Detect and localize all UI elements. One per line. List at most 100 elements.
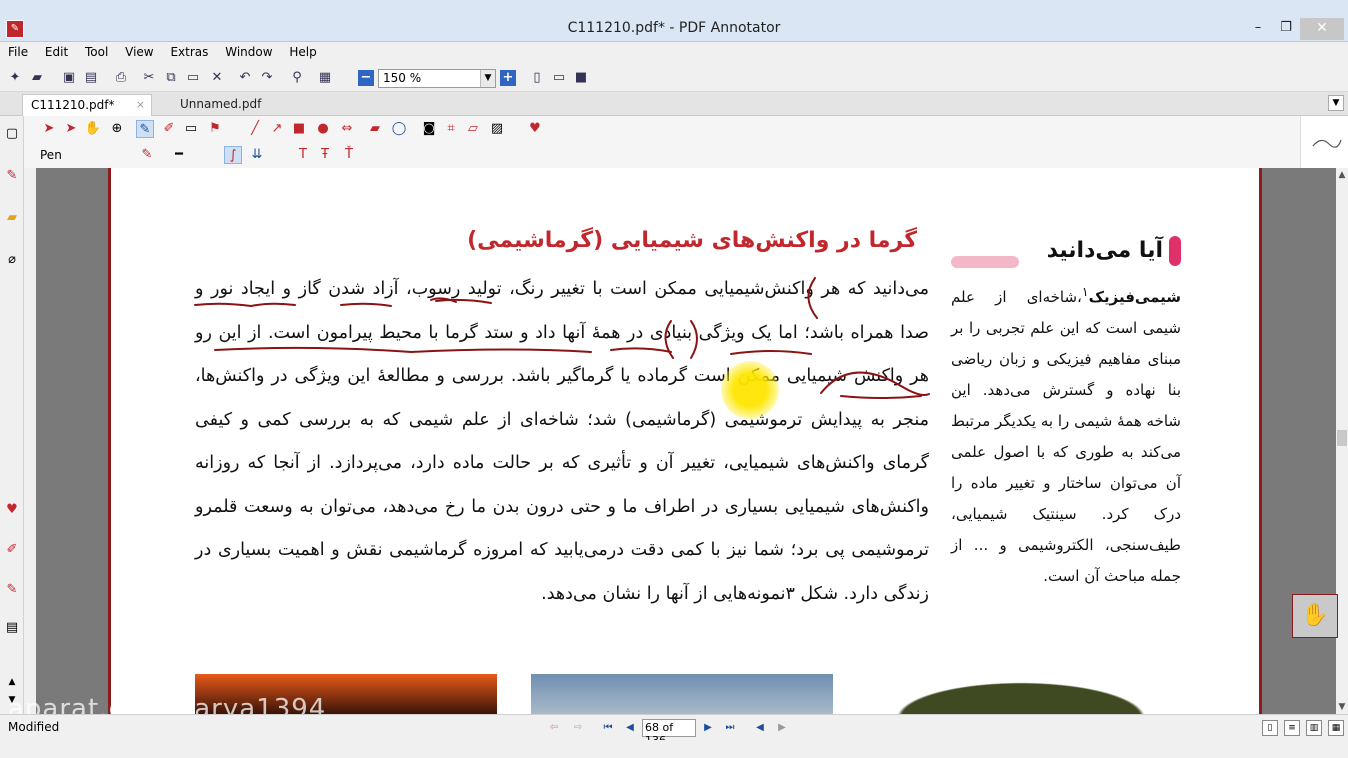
full-screen-icon[interactable]: ■ [572,69,590,87]
heart-icon[interactable]: ♥ [4,502,20,518]
menu-bar: File Edit Tool View Extras Window Help [0,42,1348,64]
crop-tool-icon[interactable]: ⌗ [442,120,460,138]
text-select-icon[interactable]: ➤ [62,120,80,138]
pen-color-icon[interactable]: ✎ [138,146,156,164]
marker-icon[interactable]: ✎ [4,582,20,598]
select-arrow-icon[interactable]: ➤ [40,120,58,138]
chevron-down-icon[interactable]: ▼ [480,70,495,87]
text-squiggly-icon[interactable]: Ť [340,146,358,164]
tab-unnamed[interactable]: Unnamed.pdf [172,94,302,116]
first-page-icon[interactable]: ⏮ [600,720,616,736]
heading-bar [951,256,1019,268]
single-page-view-icon[interactable]: ▯ [1262,720,1278,736]
scroll-up-icon[interactable]: ▲ [4,674,20,690]
menu-help[interactable]: Help [281,42,321,59]
close-button[interactable]: ✕ [1300,18,1344,40]
zoom-value: 150 % [383,71,422,85]
page-icon[interactable]: ▢ [4,126,20,142]
minimize-button[interactable]: – [1244,18,1272,40]
stamp-icon[interactable]: ▤ [4,620,20,636]
thumbnail-icon[interactable]: ▦ [316,69,334,87]
undo-icon[interactable]: ↶ [236,69,254,87]
highlighter-tool-icon[interactable]: ✐ [160,120,178,138]
scroll-up-arrow-icon[interactable]: ▲ [1336,170,1348,180]
save-as-icon[interactable]: ▤ [82,69,100,87]
smooth-stroke-icon[interactable]: ∫ [224,146,242,164]
tab-close-icon[interactable]: × [136,98,145,111]
scrollbar-thumb[interactable] [1337,430,1347,446]
paste-icon[interactable]: ▭ [184,69,202,87]
nav-back-doc-icon[interactable]: ⇦ [546,720,562,736]
stroke-options-icon[interactable]: ⇊ [248,146,266,164]
scroll-down-arrow-icon[interactable]: ▼ [1336,702,1348,712]
did-you-know-heading: آیا می‌دانید [951,236,1181,268]
did-you-know-box: آیا می‌دانید شیمی‌فیزیک۱،شاخه‌ای از علم … [951,236,1181,592]
redo-icon[interactable]: ↷ [258,69,276,87]
menu-tool[interactable]: Tool [77,42,113,59]
tab-c111210[interactable]: C111210.pdf* × [22,94,152,116]
line-tool-icon[interactable]: ╱ [246,120,264,138]
pen-favorite-icon[interactable]: ✎ [4,168,20,184]
history-back-icon[interactable]: ◀ [752,720,768,736]
stroke-preview-icon [1312,139,1342,148]
status-bar: Modified ⇦ ⇨ ⏮ ◀ 68 of 136 ▶ ⏭ ◀ ▶ ▯ ≡ ▥… [0,714,1348,747]
zoom-select[interactable]: 150 % ▼ [378,69,496,88]
folder-icon[interactable]: ▰ [4,210,20,226]
previous-page-icon[interactable]: ◀ [622,720,638,736]
lasso-tool-icon[interactable]: ◯ [390,120,408,138]
ruler-tool-icon[interactable]: ▱ [464,120,482,138]
cut-icon[interactable]: ✂ [140,69,158,87]
menu-edit[interactable]: Edit [37,42,73,59]
tabs-dropdown-icon[interactable]: ▼ [1328,95,1344,111]
menu-view[interactable]: View [117,42,158,59]
two-page-continuous-icon[interactable]: ▦ [1328,720,1344,736]
measure-tool-icon[interactable]: ⇔ [338,120,356,138]
camera-tool-icon[interactable]: ◙ [420,120,438,138]
fit-page-icon[interactable]: ▯ [528,69,546,87]
delete-icon[interactable]: ✕ [208,69,226,87]
side-paragraph: ،شاخه‌ای از علم شیمی است که این علم تجرب… [951,288,1181,585]
last-page-icon[interactable]: ⏭ [722,720,738,736]
text-strikeout-icon[interactable]: Ŧ [316,146,334,164]
eraser-tool-icon[interactable]: ▰ [366,120,384,138]
two-page-view-icon[interactable]: ▥ [1306,720,1322,736]
save-icon[interactable]: ▣ [60,69,78,87]
menu-window[interactable]: Window [217,42,277,59]
hand-tool-icon[interactable]: ✋ [84,120,102,138]
window-controls: – ❐ ✕ [1244,18,1344,40]
footnote-mark: ۱ [1081,284,1089,299]
zoom-out-button[interactable]: − [358,70,374,86]
open-folder-icon[interactable]: ▰ [28,69,46,87]
stamp-tool-icon[interactable]: ⚑ [206,120,224,138]
continuous-view-icon[interactable]: ≡ [1284,720,1300,736]
zoom-tool-icon[interactable]: ⊕ [108,120,126,138]
next-page-icon[interactable]: ▶ [700,720,716,736]
history-forward-icon[interactable]: ▶ [774,720,790,736]
pen-tool-icon[interactable]: ✎ [136,120,154,138]
text-underline-icon[interactable]: T [294,146,312,164]
fit-width-icon[interactable]: ▭ [550,69,568,87]
zoom-in-button[interactable]: + [500,70,516,86]
pdf-page[interactable]: گرما در واکنش‌های شیمیایی (گرماشیمی) می‌… [108,168,1262,714]
page-number-field[interactable]: 68 of 136 [642,719,696,747]
print-icon[interactable]: ⎙ [112,69,130,87]
find-icon[interactable]: ⚲ [288,69,306,87]
ellipse-tool-icon[interactable]: ● [314,120,332,138]
new-document-icon[interactable]: ✦ [6,69,24,87]
maximize-button[interactable]: ❐ [1272,18,1300,40]
rectangle-tool-icon[interactable]: ■ [290,120,308,138]
menu-file[interactable]: File [0,42,33,59]
insert-image-icon[interactable]: ▨ [488,120,506,138]
menu-extras[interactable]: Extras [162,42,213,59]
bottom-strip [0,740,1348,758]
line-width-icon[interactable]: ━ [170,146,188,164]
favorites-heart-icon[interactable]: ♥ [526,120,544,138]
text-box-icon[interactable]: ▭ [182,120,200,138]
attachment-icon[interactable]: ⌀ [4,252,20,268]
document-viewer[interactable]: گرما در واکنش‌های شیمیایی (گرماشیمی) می‌… [36,168,1336,714]
nav-forward-doc-icon[interactable]: ⇨ [570,720,586,736]
copy-icon[interactable]: ⧉ [162,69,180,87]
highlighter-icon[interactable]: ✐ [4,542,20,558]
hand-float-icon[interactable]: ✋ [1292,594,1338,638]
arrow-tool-icon[interactable]: ↗ [268,120,286,138]
